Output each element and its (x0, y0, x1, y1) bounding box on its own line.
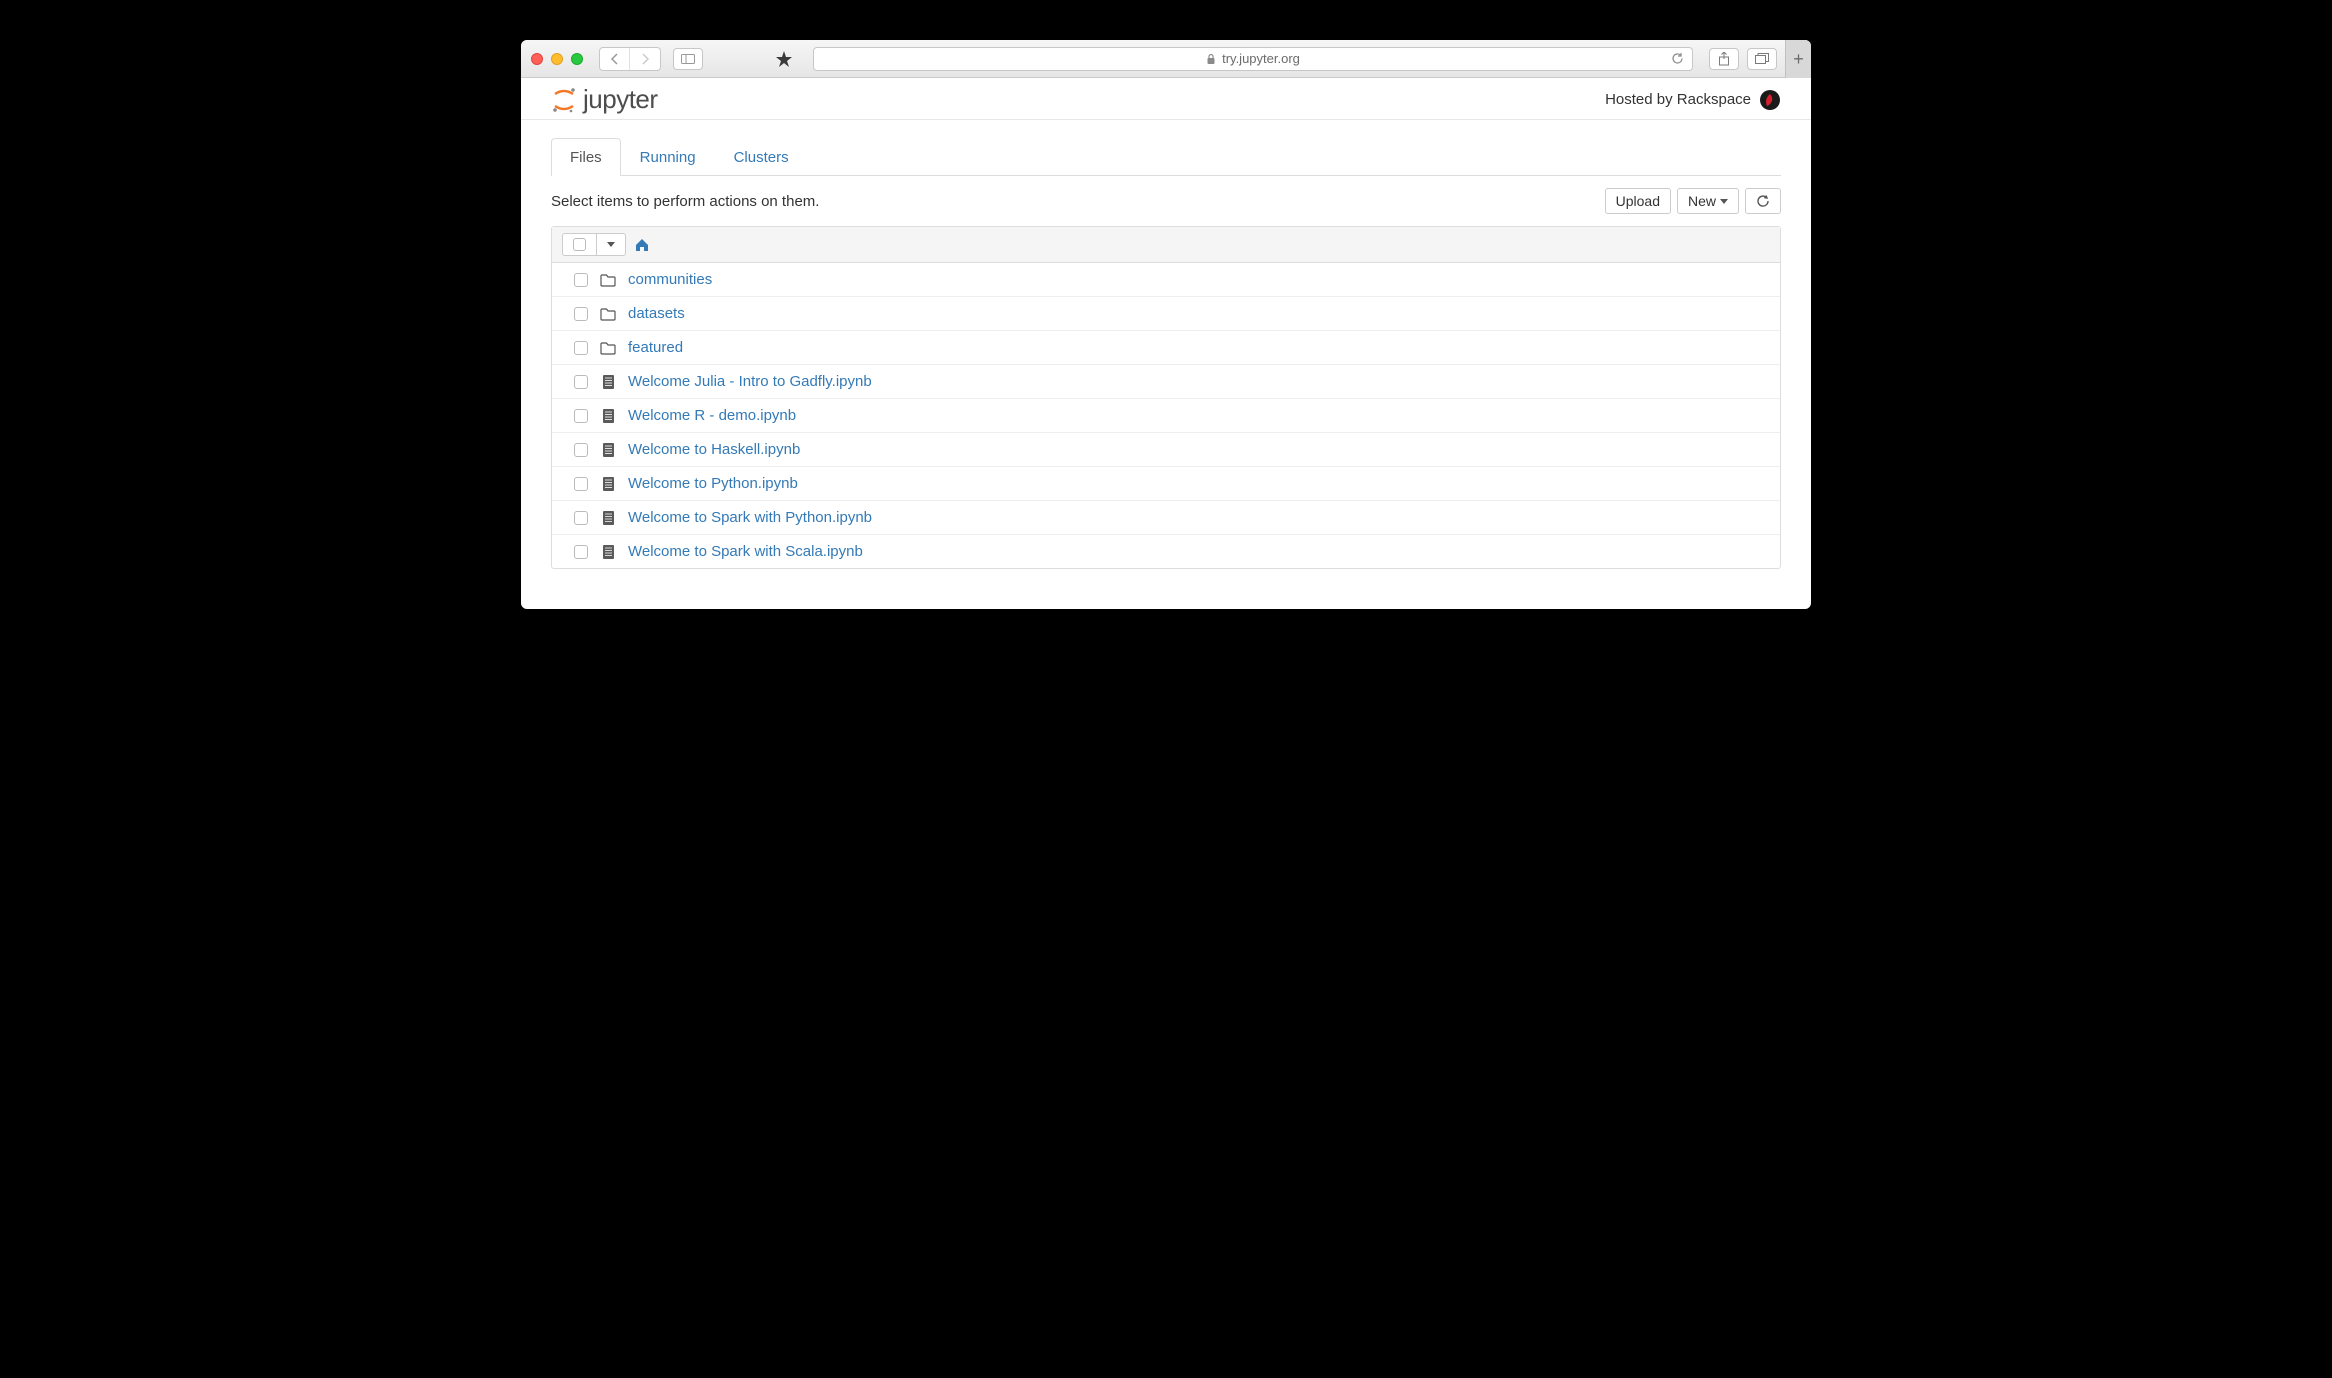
maximize-window-button[interactable] (571, 53, 583, 65)
refresh-icon (1756, 194, 1770, 208)
traffic-lights (531, 53, 583, 65)
file-row: Welcome to Python.ipynb (552, 467, 1780, 501)
browser-window: try.jupyter.org + jupyter (521, 40, 1811, 609)
tabs: FilesRunningClusters (551, 138, 1781, 176)
file-row: featured (552, 331, 1780, 365)
close-window-button[interactable] (531, 53, 543, 65)
folder-icon (600, 272, 616, 288)
caret-down-icon (607, 242, 615, 247)
file-name-link[interactable]: Welcome R - demo.ipynb (628, 407, 796, 424)
new-tab-button[interactable]: + (1785, 40, 1811, 78)
new-button[interactable]: New (1677, 188, 1739, 214)
notebook-icon (600, 374, 616, 390)
jupyter-logo[interactable]: jupyter (551, 84, 658, 115)
toolbar-buttons: Upload New (1605, 188, 1781, 214)
breadcrumb-home[interactable] (634, 238, 650, 252)
minimize-window-button[interactable] (551, 53, 563, 65)
row-checkbox[interactable] (574, 443, 588, 457)
file-row: Welcome Julia - Intro to Gadfly.ipynb (552, 365, 1780, 399)
file-row: Welcome to Haskell.ipynb (552, 433, 1780, 467)
caret-down-icon (1720, 199, 1728, 204)
file-list: communities datasets featured Welcome Julia… (551, 226, 1781, 569)
upload-button[interactable]: Upload (1605, 188, 1671, 214)
file-name-link[interactable]: featured (628, 339, 683, 356)
url-bar[interactable]: try.jupyter.org (813, 47, 1693, 71)
notebook-icon (600, 408, 616, 424)
file-row: Welcome R - demo.ipynb (552, 399, 1780, 433)
file-name-link[interactable]: datasets (628, 305, 685, 322)
hosted-by-text: Hosted by Rackspace (1605, 91, 1751, 108)
file-row: Welcome to Spark with Python.ipynb (552, 501, 1780, 535)
toolbar-row: Select items to perform actions on them.… (551, 188, 1781, 214)
lock-icon (1206, 53, 1216, 65)
refresh-button[interactable] (1745, 188, 1781, 214)
file-name-link[interactable]: Welcome to Spark with Python.ipynb (628, 509, 872, 526)
notebook-icon (600, 510, 616, 526)
browser-titlebar: try.jupyter.org + (521, 40, 1811, 78)
back-button[interactable] (600, 48, 630, 70)
tabs-button[interactable] (1747, 48, 1777, 70)
action-hint: Select items to perform actions on them. (551, 193, 819, 210)
tab-running[interactable]: Running (621, 138, 715, 176)
notebook-icon (600, 544, 616, 560)
jupyter-logo-text: jupyter (583, 84, 658, 115)
folder-icon (600, 340, 616, 356)
forward-button[interactable] (630, 48, 660, 70)
notebook-icon (600, 476, 616, 492)
row-checkbox[interactable] (574, 307, 588, 321)
row-checkbox[interactable] (574, 341, 588, 355)
extension-icon[interactable] (771, 48, 797, 70)
reload-icon[interactable] (1671, 52, 1684, 65)
file-name-link[interactable]: Welcome to Spark with Scala.ipynb (628, 543, 863, 560)
file-name-link[interactable]: Welcome Julia - Intro to Gadfly.ipynb (628, 373, 872, 390)
row-checkbox[interactable] (574, 409, 588, 423)
file-name-link[interactable]: Welcome to Haskell.ipynb (628, 441, 800, 458)
tab-clusters[interactable]: Clusters (715, 138, 808, 176)
share-button[interactable] (1709, 48, 1739, 70)
row-checkbox[interactable] (574, 273, 588, 287)
file-name-link[interactable]: communities (628, 271, 712, 288)
nav-group (599, 47, 661, 71)
row-checkbox[interactable] (574, 477, 588, 491)
sidebar-toggle-button[interactable] (673, 48, 703, 70)
content: FilesRunningClusters Select items to per… (521, 138, 1811, 609)
notebook-icon (600, 442, 616, 458)
select-all-group (562, 233, 626, 256)
folder-icon (600, 306, 616, 322)
url-text: try.jupyter.org (1222, 51, 1300, 66)
row-checkbox[interactable] (574, 511, 588, 525)
jupyter-header: jupyter Hosted by Rackspace (521, 78, 1811, 120)
file-name-link[interactable]: Welcome to Python.ipynb (628, 475, 798, 492)
file-row: datasets (552, 297, 1780, 331)
hosted-by: Hosted by Rackspace (1605, 89, 1781, 111)
file-row: Welcome to Spark with Scala.ipynb (552, 535, 1780, 568)
file-row: communities (552, 263, 1780, 297)
row-checkbox[interactable] (574, 375, 588, 389)
tab-files[interactable]: Files (551, 138, 621, 176)
row-checkbox[interactable] (574, 545, 588, 559)
select-dropdown[interactable] (597, 234, 625, 255)
select-all-checkbox[interactable] (563, 234, 597, 255)
browser-right-tools (1709, 48, 1777, 70)
jupyter-logo-icon (551, 86, 577, 114)
rackspace-icon (1759, 89, 1781, 111)
breadcrumb-row (552, 227, 1780, 263)
home-icon (634, 238, 650, 252)
